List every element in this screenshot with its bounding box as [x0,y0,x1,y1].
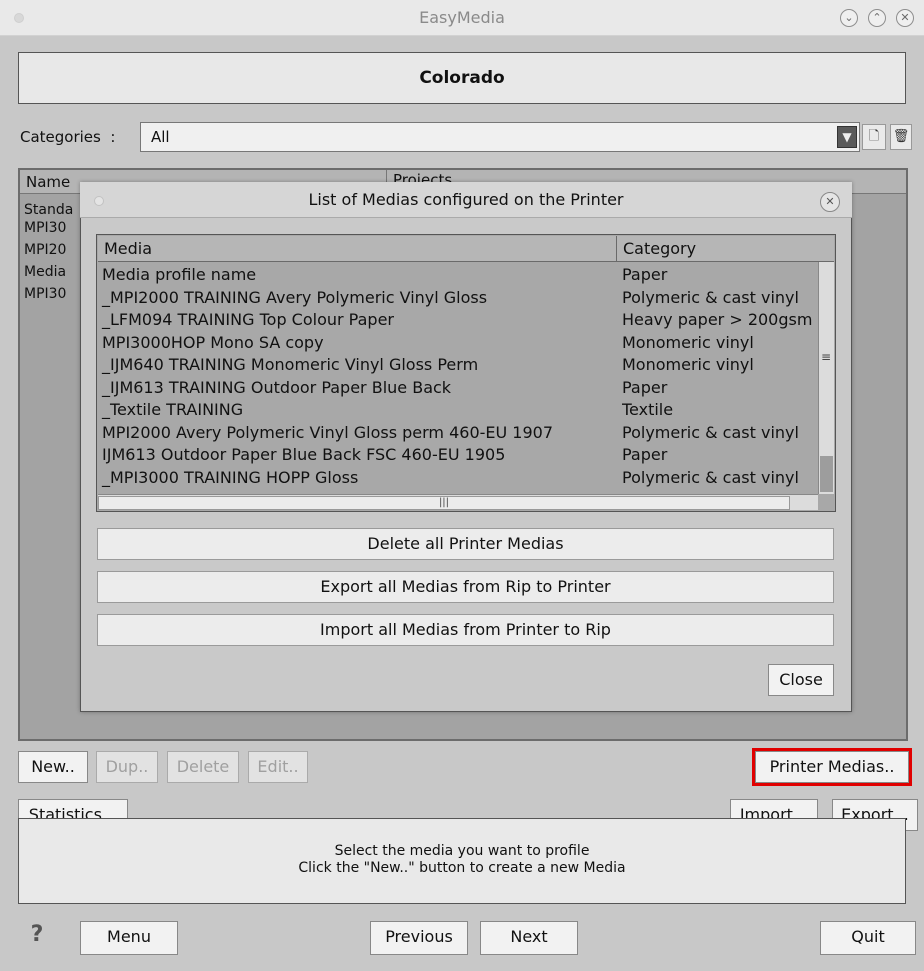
table-row[interactable]: Media profile name Paper [98,264,818,287]
list-item[interactable]: MPI20 [24,238,66,262]
next-button[interactable]: Next [480,921,578,955]
list-item[interactable]: Media [24,260,66,284]
categories-select[interactable]: All [140,122,860,152]
table-row[interactable]: MPI2000 Avery Polymeric Vinyl Gloss perm… [98,422,818,445]
table-row[interactable]: IJM613 Outdoor Paper Blue Back FSC 460-E… [98,444,818,467]
list-item[interactable]: MPI30 [24,282,66,306]
edit-media-button[interactable]: Edit.. [248,751,308,783]
column-header-category[interactable]: Category [616,236,834,262]
status-line-2: Click the "New.." button to create a new… [298,860,626,876]
delete-media-button[interactable]: Delete [167,751,239,783]
table-row[interactable]: _LFM094 TRAINING Top Colour Paper Heavy p… [98,309,818,332]
table-row[interactable]: _MPI2000 TRAINING Avery Polymeric Vinyl … [98,287,818,310]
duplicate-media-button[interactable]: Dup.. [96,751,158,783]
table-row[interactable]: _IJM640 TRAINING Monomeric Vinyl Gloss P… [98,354,818,377]
status-message: Select the media you want to profile Cli… [18,818,906,904]
import-all-medias-button[interactable]: Import all Medias from Printer to Rip [97,614,834,646]
dialog-menu-dot-icon[interactable] [94,196,104,206]
table-row[interactable]: _Textile TRAINING Textile [98,399,818,422]
quit-button[interactable]: Quit [820,921,916,955]
export-all-medias-button[interactable]: Export all Medias from Rip to Printer [97,571,834,603]
maximize-icon[interactable]: ⌃ [868,9,886,27]
table-row[interactable]: _MPI3000 TRAINING HOPP Gloss Polymeric & … [98,467,818,490]
window-title-bar: EasyMedia ⌄ ⌃ ✕ [0,0,924,36]
new-category-icon[interactable]: 🗋 [862,124,886,150]
dialog-close-icon[interactable]: ✕ [820,192,840,212]
printer-name-header: Colorado [18,52,906,104]
minimize-icon[interactable]: ⌄ [840,9,858,27]
vertical-scroll-thumb[interactable] [820,456,833,492]
close-window-icon[interactable]: ✕ [896,9,914,27]
delete-all-printer-medias-button[interactable]: Delete all Printer Medias [97,528,834,560]
column-header-media[interactable]: Media [98,236,616,262]
dropdown-arrow-icon[interactable]: ▼ [837,126,857,148]
scroll-grip-icon: ≡ [820,350,832,364]
list-item[interactable]: MPI30 [24,216,66,240]
help-icon[interactable]: ? [22,922,52,952]
categories-label: Categories : [20,128,116,146]
dialog-title: List of Medias configured on the Printer [80,182,852,218]
table-row[interactable]: _IJM613 TRAINING Outdoor Paper Blue Back… [98,377,818,400]
menu-button[interactable]: Menu [80,921,178,955]
new-media-button[interactable]: New.. [18,751,88,783]
dialog-close-button[interactable]: Close [768,664,834,696]
horizontal-scroll-thumb[interactable]: ||| [98,496,790,510]
status-line-1: Select the media you want to profile [334,843,590,859]
previous-button[interactable]: Previous [370,921,468,955]
printer-medias-highlight-box [752,748,912,786]
window-title: EasyMedia [419,8,505,27]
table-row[interactable]: MPI3000HOP Mono SA copy Monomeric vinyl [98,332,818,355]
delete-category-icon[interactable]: 🗑 [890,124,912,150]
